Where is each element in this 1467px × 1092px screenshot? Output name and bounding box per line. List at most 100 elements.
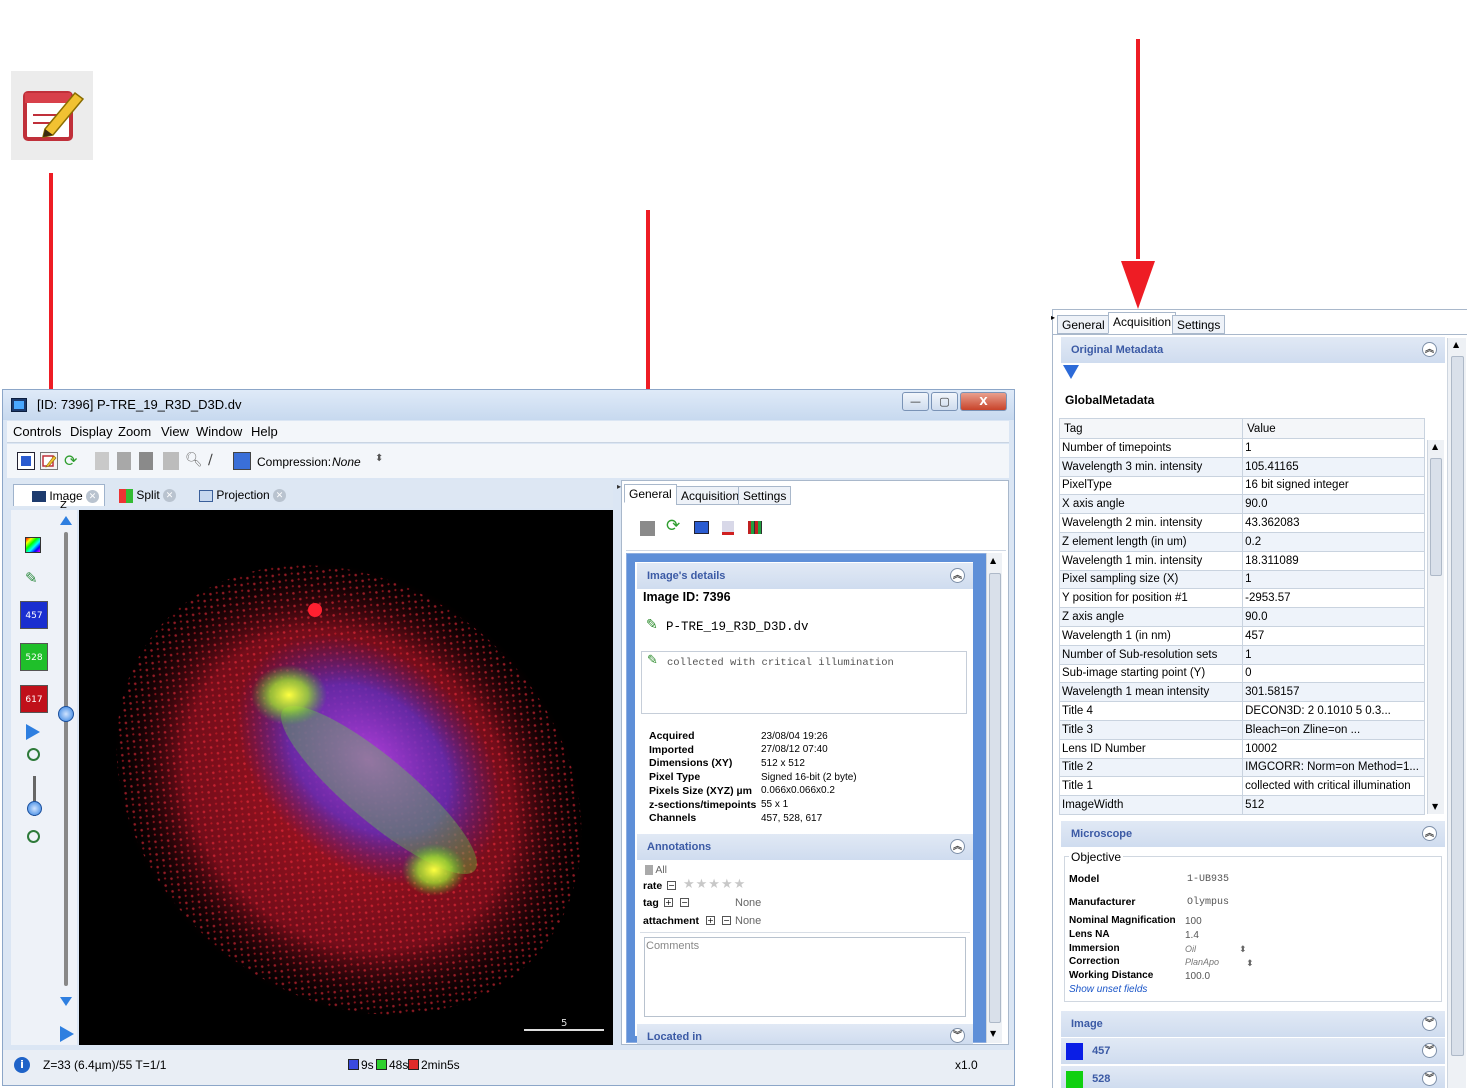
table-row[interactable]: Title 3 Bleach=on Zline=on ... bbox=[1058, 719, 1425, 740]
scroll-thumb[interactable] bbox=[1451, 356, 1464, 1056]
zoom-search-icon[interactable]: 🔍︎ bbox=[185, 452, 203, 470]
located-in-header[interactable]: Located in ︾ bbox=[637, 1024, 973, 1044]
close-tab-icon[interactable]: ✕ bbox=[273, 489, 287, 503]
details-scrollbar[interactable]: ▲ ▼ bbox=[986, 553, 1002, 1043]
pencil-icon[interactable]: ✎ bbox=[647, 653, 658, 668]
table-row[interactable]: Z axis angle 90.0 bbox=[1058, 607, 1425, 627]
table-row[interactable]: Number of Sub-resolution sets 1 bbox=[1058, 644, 1425, 665]
table-row[interactable]: Title 2 IMGCORR: Norm=on Method=1... bbox=[1058, 757, 1425, 778]
column-header-tag[interactable]: Tag bbox=[1058, 418, 1244, 439]
tab-settings[interactable]: Settings bbox=[1172, 315, 1226, 334]
collapse-icon[interactable]: ︽ bbox=[950, 839, 965, 854]
table-row[interactable]: Wavelength 2 min. intensity 43.362083 bbox=[1058, 513, 1425, 533]
image-viewport[interactable]: 5 bbox=[79, 510, 613, 1045]
measure-icon[interactable]: ∕ bbox=[208, 452, 226, 470]
zoom-in-icon[interactable] bbox=[27, 748, 40, 761]
table-row[interactable]: Lens ID Number 10002 bbox=[1058, 738, 1425, 759]
tab-image[interactable]: Image ✕ bbox=[13, 484, 105, 506]
column-header-value[interactable]: Value bbox=[1242, 418, 1425, 439]
collapse-icon[interactable]: ︽ bbox=[1422, 826, 1437, 841]
collapse-icon[interactable]: ︽ bbox=[1422, 342, 1437, 357]
tab-general[interactable]: General bbox=[1057, 315, 1110, 334]
microscope-header[interactable]: Microscope ︽ bbox=[1061, 821, 1445, 847]
table-row[interactable]: PixelType 16 bit signed integer bbox=[1058, 475, 1425, 496]
table-row[interactable]: Title 4 DECON3D: 2 0.1010 5 0.3... bbox=[1058, 701, 1425, 721]
viewer-icon[interactable] bbox=[694, 521, 709, 534]
refresh-icon[interactable]: ⟳ bbox=[666, 516, 680, 536]
expand-icon[interactable]: ︾ bbox=[950, 1028, 965, 1043]
tab-acquisition[interactable]: Acquisition bbox=[676, 486, 745, 505]
table-row[interactable]: Wavelength 3 min. intensity 105.41165 bbox=[1058, 456, 1425, 477]
tag-remove-icon[interactable]: − bbox=[680, 898, 689, 907]
attachment-add-icon[interactable]: + bbox=[706, 916, 715, 925]
tab-acquisition[interactable]: Acquisition bbox=[1108, 312, 1177, 334]
menu-zoom[interactable]: Zoom bbox=[118, 424, 151, 439]
scroll-thumb[interactable] bbox=[1430, 458, 1442, 576]
image-details-header[interactable]: Image's details ︽ bbox=[637, 563, 973, 589]
objective-field-value[interactable]: 100 bbox=[1185, 916, 1202, 927]
z-down-icon[interactable] bbox=[60, 997, 72, 1006]
scroll-thumb[interactable] bbox=[989, 573, 1001, 1023]
channel-button-528[interactable]: 528 bbox=[20, 643, 48, 671]
objective-field-value[interactable]: 100.0 bbox=[1185, 971, 1210, 982]
maximize-button[interactable]: ▢ bbox=[931, 392, 958, 411]
eyedropper-icon[interactable]: ✎ bbox=[25, 569, 38, 587]
z-slider[interactable] bbox=[64, 532, 68, 986]
table-row[interactable]: Number of timepoints 1 bbox=[1058, 438, 1425, 458]
edit-icon[interactable] bbox=[40, 452, 58, 470]
copy-icon[interactable] bbox=[95, 452, 109, 470]
menu-display[interactable]: Display bbox=[70, 424, 113, 439]
rate-minus-icon[interactable]: − bbox=[667, 881, 676, 890]
splitter-handle-icon[interactable]: ▸ bbox=[1051, 313, 1055, 322]
expand-icon[interactable]: ︾ bbox=[1422, 1016, 1437, 1031]
table-row[interactable]: Sub-image starting point (Y) 0 bbox=[1058, 663, 1425, 684]
collapse-icon[interactable]: ︽ bbox=[950, 568, 965, 583]
table-row[interactable]: Wavelength 1 mean intensity 301.58157 bbox=[1058, 682, 1425, 703]
zoom-slider-thumb[interactable] bbox=[27, 801, 42, 816]
scroll-down-icon[interactable]: ▼ bbox=[1432, 802, 1438, 811]
menu-view[interactable]: View bbox=[161, 424, 189, 439]
render-icon[interactable] bbox=[233, 452, 251, 470]
expand-icon[interactable]: ︾ bbox=[1422, 1071, 1437, 1086]
tab-settings[interactable]: Settings bbox=[738, 486, 792, 505]
objective-field-value[interactable]: 1-UB935 bbox=[1187, 874, 1229, 885]
z-up-icon[interactable] bbox=[60, 516, 72, 525]
image-name[interactable]: P-TRE_19_R3D_D3D.dv bbox=[666, 620, 809, 634]
show-unset-fields-link[interactable]: Show unset fields bbox=[1069, 984, 1147, 995]
annotations-header[interactable]: Annotations ︽ bbox=[637, 834, 973, 860]
scroll-down-icon[interactable]: ▼ bbox=[990, 1029, 996, 1038]
table-row[interactable]: Wavelength 1 (in nm) 457 bbox=[1058, 625, 1425, 646]
table-row[interactable]: Wavelength 1 min. intensity 18.311089 bbox=[1058, 550, 1425, 571]
compression-spinner-icon[interactable]: ⬍ bbox=[375, 453, 383, 464]
refresh-icon[interactable]: ⟳ bbox=[64, 452, 82, 470]
attachment-remove-icon[interactable]: − bbox=[722, 916, 731, 925]
viewer-icon[interactable] bbox=[17, 452, 35, 470]
movie-icon[interactable] bbox=[163, 452, 179, 470]
original-metadata-header[interactable]: Original Metadata ︽ bbox=[1061, 337, 1445, 363]
paste-icon[interactable] bbox=[117, 452, 131, 470]
save-icon[interactable] bbox=[139, 452, 153, 470]
color-palette-icon[interactable] bbox=[25, 537, 41, 553]
objective-field-value[interactable]: Olympus bbox=[1187, 897, 1229, 908]
play-icon[interactable] bbox=[26, 724, 40, 740]
scroll-up-icon[interactable]: ▲ bbox=[1453, 340, 1459, 349]
channel-button-457[interactable]: 457 bbox=[20, 601, 48, 629]
title-bar[interactable]: [ID: 7396] P-TRE_19_R3D_D3D.dv — ▢ X bbox=[3, 390, 1014, 420]
compression-select[interactable]: None bbox=[332, 455, 361, 469]
expand-icon[interactable]: ︾ bbox=[1422, 1043, 1437, 1058]
minimize-button[interactable]: — bbox=[902, 392, 929, 411]
channel-button-617[interactable]: 617 bbox=[20, 685, 48, 713]
rating-stars[interactable]: ★★★★★ bbox=[683, 877, 746, 892]
objective-field-value[interactable]: PlanApo bbox=[1185, 957, 1219, 967]
menu-window[interactable]: Window bbox=[196, 424, 242, 439]
tab-general[interactable]: General bbox=[624, 484, 677, 503]
immersion-spinner-icon[interactable]: ⬍ bbox=[1239, 945, 1247, 955]
info-icon[interactable]: i bbox=[14, 1057, 30, 1073]
download-metadata-icon[interactable] bbox=[1063, 365, 1079, 379]
channel-457-header[interactable]: 457 ︾ bbox=[1061, 1038, 1445, 1064]
grid-icon[interactable] bbox=[748, 521, 762, 534]
t-play-icon[interactable] bbox=[60, 1026, 74, 1042]
table-row[interactable]: Z element length (in um) 0.2 bbox=[1058, 531, 1425, 552]
image-section-header[interactable]: Image ︾ bbox=[1061, 1011, 1445, 1037]
comments-input[interactable]: Comments bbox=[644, 937, 966, 1017]
